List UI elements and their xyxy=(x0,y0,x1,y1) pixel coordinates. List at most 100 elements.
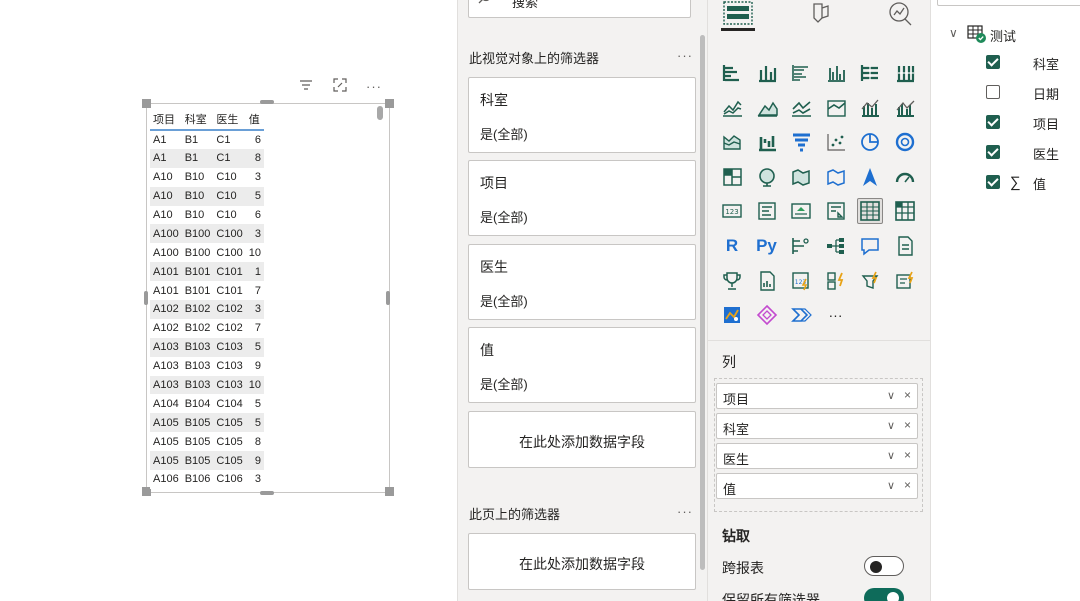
table-row[interactable]: A100 B100 C100 3 xyxy=(150,224,264,244)
data-search-input[interactable] xyxy=(937,0,1080,6)
funnel-chart-icon[interactable] xyxy=(788,129,814,155)
format-visual-tab-icon[interactable] xyxy=(802,0,838,30)
smart-narrative-icon[interactable] xyxy=(892,233,918,259)
donut-chart-icon[interactable] xyxy=(892,129,918,155)
more-options-icon[interactable]: ··· xyxy=(364,78,384,96)
table-row[interactable]: A102 B102 C102 7 xyxy=(150,318,264,338)
arcgis-map-icon[interactable] xyxy=(719,302,745,328)
stacked-area-chart-icon[interactable] xyxy=(788,95,814,121)
ribbon-chart-icon[interactable] xyxy=(719,129,745,155)
filter-card-department[interactable]: 科室 是(全部) xyxy=(468,77,696,153)
analytics-tab-icon[interactable] xyxy=(882,0,918,30)
power-apps-icon[interactable]: 123 xyxy=(788,268,814,294)
chevron-down-icon[interactable]: ∨ xyxy=(887,389,895,402)
kpi-icon[interactable] xyxy=(788,198,814,224)
close-icon[interactable]: × xyxy=(904,418,911,432)
python-visual-icon[interactable]: Py xyxy=(754,233,780,259)
stacked-column-chart-icon[interactable] xyxy=(754,60,780,86)
resize-handle-bottom-right[interactable] xyxy=(385,487,394,496)
slicer-icon[interactable] xyxy=(823,198,849,224)
visual-filters-more-icon[interactable]: ··· xyxy=(677,48,693,63)
page-filters-more-icon[interactable]: ··· xyxy=(677,504,693,519)
table-row[interactable]: A106 B106 C106 3 xyxy=(150,470,264,489)
r-script-visual-icon[interactable]: R xyxy=(719,233,745,259)
filter-card-item[interactable]: 项目 是(全部) xyxy=(468,160,696,236)
filter-search-input[interactable] xyxy=(468,0,691,18)
azure-map-icon[interactable] xyxy=(857,164,883,190)
decomposition-tree-icon[interactable] xyxy=(823,233,849,259)
scatter-chart-icon[interactable] xyxy=(823,129,849,155)
stacked-bar-chart-icon[interactable] xyxy=(719,60,745,86)
chevron-down-icon[interactable]: ∨ xyxy=(887,479,895,492)
100-bar-chart-icon[interactable] xyxy=(857,60,883,86)
power-automate-icon[interactable] xyxy=(823,268,849,294)
table-name[interactable]: 测试 xyxy=(990,26,1016,45)
table-row[interactable]: A105 B105 C105 9 xyxy=(150,451,264,471)
column-field-doctor[interactable]: 医生 ∨ × xyxy=(716,443,918,469)
power-apps-form-icon[interactable] xyxy=(892,268,918,294)
resize-handle-top-right[interactable] xyxy=(385,99,394,108)
column-field-value[interactable]: 值 ∨ × xyxy=(716,473,918,499)
key-influencers-icon[interactable] xyxy=(788,233,814,259)
table-row[interactable]: A103 B103 C103 10 xyxy=(150,375,264,395)
column-field-item[interactable]: 项目 ∨ × xyxy=(716,383,918,409)
100-column-chart-icon[interactable] xyxy=(892,60,918,86)
power-automate-flow-icon[interactable] xyxy=(788,302,814,328)
close-icon[interactable]: × xyxy=(904,388,911,402)
multi-row-card-icon[interactable] xyxy=(754,198,780,224)
map-icon[interactable] xyxy=(754,164,780,190)
field-checkbox[interactable] xyxy=(986,145,1000,159)
add-visual-filter-field[interactable]: 在此处添加数据字段 xyxy=(468,411,696,468)
field-checkbox[interactable] xyxy=(986,55,1000,69)
line-chart-icon[interactable] xyxy=(719,95,745,121)
column-header[interactable]: 医生 xyxy=(213,108,246,131)
focus-mode-icon[interactable] xyxy=(330,78,350,96)
chevron-down-icon[interactable]: ∨ xyxy=(949,26,958,40)
column-header[interactable]: 值 xyxy=(245,108,264,131)
card-icon[interactable]: 123 xyxy=(719,198,745,224)
table-row[interactable]: A102 B102 C102 3 xyxy=(150,300,264,319)
table-scrollbar[interactable] xyxy=(377,106,383,120)
column-field-department[interactable]: 科室 ∨ × xyxy=(716,413,918,439)
chevron-down-icon[interactable]: ∨ xyxy=(887,449,895,462)
add-page-filter-field[interactable]: 在此处添加数据字段 xyxy=(468,533,696,590)
table-row[interactable]: A1 B1 C1 8 xyxy=(150,148,264,168)
chevron-down-icon[interactable]: ∨ xyxy=(887,419,895,432)
column-header[interactable]: 科室 xyxy=(181,108,214,131)
column-header[interactable]: 项目 xyxy=(150,108,182,131)
table-row[interactable]: A10 B10 C10 5 xyxy=(150,186,264,206)
filter-card-doctor[interactable]: 医生 是(全部) xyxy=(468,244,696,320)
filter-icon[interactable] xyxy=(296,78,316,96)
table-row[interactable]: A101 B101 C101 1 xyxy=(150,262,264,282)
table-row[interactable]: A10 B10 C10 6 xyxy=(150,205,264,225)
shape-map-icon[interactable] xyxy=(823,164,849,190)
table-icon[interactable] xyxy=(857,198,883,225)
resize-handle-top-left[interactable] xyxy=(142,99,151,108)
table-row[interactable]: A103 B103 C103 5 xyxy=(150,337,264,357)
build-visual-tab-icon[interactable] xyxy=(720,0,756,30)
table-row[interactable]: A103 B103 C103 9 xyxy=(150,356,264,376)
power-apps-diamond-icon[interactable] xyxy=(754,302,780,328)
resize-handle-bottom[interactable] xyxy=(260,491,274,495)
area-chart-icon[interactable] xyxy=(754,95,780,121)
resize-handle-top[interactable] xyxy=(260,100,274,104)
table-row[interactable]: A105 B105 C105 5 xyxy=(150,413,264,433)
table-row[interactable]: A101 B101 C101 7 xyxy=(150,281,264,301)
filter-pane-scrollbar[interactable] xyxy=(700,35,705,570)
filter-card-value[interactable]: 值 是(全部) xyxy=(468,327,696,403)
cross-report-toggle[interactable] xyxy=(864,556,904,576)
paginated-report-icon[interactable] xyxy=(754,268,780,294)
line-and-clustered-column-icon[interactable] xyxy=(892,95,918,121)
resize-handle-left[interactable] xyxy=(144,291,148,305)
clustered-bar-chart-icon[interactable] xyxy=(788,60,814,86)
line-and-column-chart-icon[interactable] xyxy=(857,95,883,121)
gauge-icon[interactable] xyxy=(892,164,918,190)
pie-chart-icon[interactable] xyxy=(857,129,883,155)
close-icon[interactable]: × xyxy=(904,448,911,462)
more-visuals-icon[interactable]: ··· xyxy=(823,302,849,328)
metrics-icon[interactable] xyxy=(857,268,883,294)
waterfall-chart-icon[interactable] xyxy=(754,129,780,155)
goals-icon[interactable] xyxy=(719,268,745,294)
100-area-chart-icon[interactable] xyxy=(823,95,849,121)
keep-all-filters-toggle[interactable] xyxy=(864,588,904,601)
